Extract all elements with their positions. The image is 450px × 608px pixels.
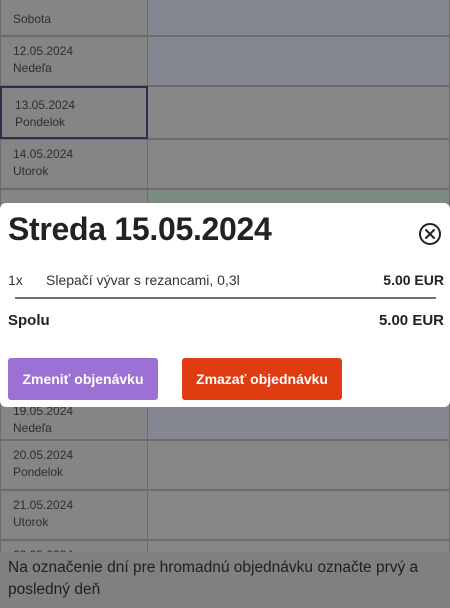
change-order-button[interactable]: Zmeniť objenávku xyxy=(8,358,158,400)
modal-title: Streda 15.05.2024 xyxy=(8,211,272,247)
order-cell[interactable] xyxy=(148,86,450,139)
day-date: 20.05.2024 xyxy=(13,448,74,462)
day-cell[interactable]: 21.05.2024 Utorok xyxy=(0,490,148,540)
day-name: Pondelok xyxy=(13,465,64,479)
day-date: 13.05.2024 xyxy=(15,98,76,112)
day-name: Nedeľa xyxy=(13,61,52,75)
order-cell[interactable] xyxy=(148,139,450,189)
total-value: 5.00 EUR xyxy=(378,311,444,329)
calendar-row-13-05[interactable]: 13.05.2024 Pondelok xyxy=(0,86,450,139)
day-date: 12.05.2024 xyxy=(13,44,74,58)
day-name: Utorok xyxy=(13,164,49,178)
day-name: Utorok xyxy=(13,515,49,529)
day-name: Nedeľa xyxy=(13,421,52,435)
close-x-glyph xyxy=(425,229,435,239)
order-cell[interactable] xyxy=(148,0,450,36)
item-name: Slepačí vývar s rezancami, 0,3l xyxy=(46,272,240,288)
order-cell[interactable] xyxy=(148,36,450,86)
day-cell[interactable]: Sobota xyxy=(0,0,148,36)
day-cell[interactable]: 14.05.2024 Utorok xyxy=(0,139,148,189)
day-name: Sobota xyxy=(13,12,52,26)
bulk-order-hint: Na označenie dní pre hromadnú objednávku… xyxy=(0,552,450,608)
day-cell[interactable]: 12.05.2024 Nedeľa xyxy=(0,36,148,86)
calendar-row-14-05[interactable]: 14.05.2024 Utorok xyxy=(0,139,450,189)
total-label: Spolu xyxy=(8,311,50,329)
day-name: Pondelok xyxy=(15,115,66,129)
calendar-row-12-05[interactable]: 12.05.2024 Nedeľa xyxy=(0,36,450,86)
order-cell[interactable] xyxy=(148,490,450,540)
order-cell[interactable] xyxy=(148,440,450,490)
delete-order-button[interactable]: Zmazať objednávku xyxy=(182,358,342,400)
order-item-row: 1x Slepačí vývar s rezancami, 0,3l 5.00 … xyxy=(8,270,444,290)
day-cell[interactable]: 20.05.2024 Pondelok xyxy=(0,440,148,490)
close-icon[interactable] xyxy=(419,223,441,245)
day-cell-selected[interactable]: 13.05.2024 Pondelok xyxy=(0,86,148,139)
day-date: 21.05.2024 xyxy=(13,498,74,512)
item-quantity: 1x xyxy=(8,272,23,288)
item-price: 5.00 EUR xyxy=(383,272,444,288)
order-detail-modal: Streda 15.05.2024 1x Slepačí vývar s rez… xyxy=(0,203,450,407)
total-row: Spolu 5.00 EUR xyxy=(8,310,444,330)
calendar-row-21-05[interactable]: 21.05.2024 Utorok xyxy=(0,490,450,540)
calendar-row-saturday[interactable]: Sobota xyxy=(0,0,450,36)
calendar-row-20-05[interactable]: 20.05.2024 Pondelok xyxy=(0,440,450,490)
day-date: 14.05.2024 xyxy=(13,147,74,161)
divider xyxy=(15,297,436,299)
